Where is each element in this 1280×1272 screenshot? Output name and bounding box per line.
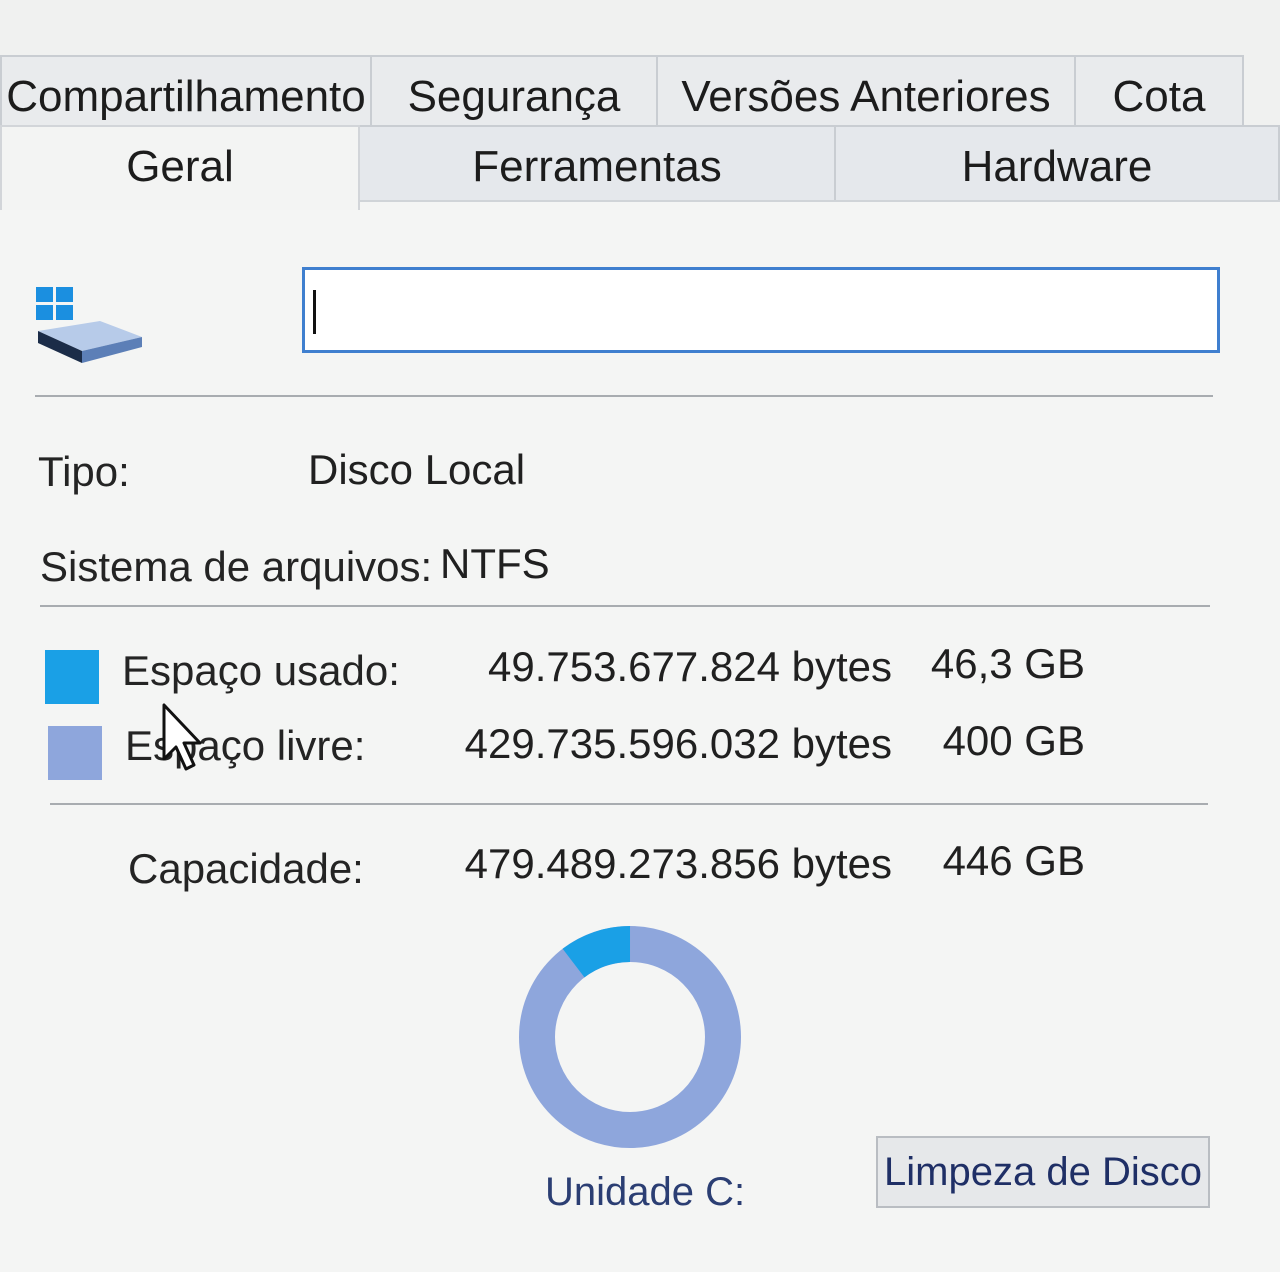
- tab-geral[interactable]: Geral: [0, 125, 360, 210]
- capacity-gb: 446 GB: [942, 837, 1085, 884]
- type-label: Tipo:: [38, 448, 130, 495]
- disk-cleanup-button[interactable]: Limpeza de Disco: [876, 1136, 1210, 1208]
- divider-top: [35, 395, 1213, 397]
- windows-drive-icon: [36, 287, 142, 363]
- tab-cota[interactable]: Cota: [1074, 55, 1244, 130]
- used-space-bytes: 49.753.677.824 bytes: [487, 643, 892, 690]
- tab-hardware[interactable]: Hardware: [834, 125, 1280, 205]
- free-space-bytes: 429.735.596.032 bytes: [464, 720, 892, 767]
- divider-bottom: [50, 803, 1208, 805]
- tab-strip: Compartilhamento Segurança Versões Anter…: [0, 0, 1280, 210]
- divider-middle: [40, 605, 1210, 607]
- text-caret: [313, 290, 316, 334]
- tab-versoes-anteriores[interactable]: Versões Anteriores: [656, 55, 1076, 130]
- tab-ferramentas[interactable]: Ferramentas: [358, 125, 836, 205]
- tab-seguranca[interactable]: Segurança: [370, 55, 658, 130]
- donut-free-ring: [519, 926, 741, 1148]
- drive-letter-label: Unidade C:: [545, 1170, 746, 1214]
- capacity-bytes: 479.489.273.856 bytes: [464, 840, 892, 887]
- used-space-swatch: [45, 650, 99, 704]
- used-space-gb: 46,3 GB: [930, 640, 1085, 687]
- mouse-pointer-icon: [162, 703, 202, 771]
- filesystem-value: NTFS: [440, 540, 550, 587]
- drive-name-input[interactable]: [302, 267, 1220, 353]
- capacity-label: Capacidade:: [128, 845, 364, 892]
- tab-compartilhamento[interactable]: Compartilhamento: [0, 55, 372, 130]
- type-value: Disco Local: [308, 446, 526, 493]
- disk-usage-donut: [519, 926, 741, 1148]
- free-space-gb: 400 GB: [942, 717, 1085, 764]
- used-space-label: Espaço usado:: [122, 647, 400, 694]
- filesystem-label: Sistema de arquivos:: [40, 543, 433, 590]
- free-space-swatch: [48, 726, 102, 780]
